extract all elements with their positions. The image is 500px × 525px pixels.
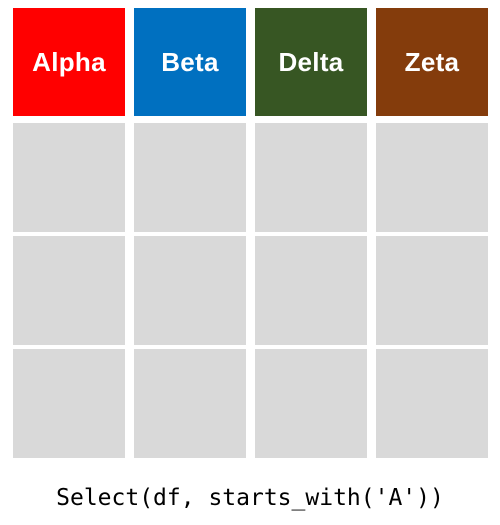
column-zeta: Zeta: [376, 8, 488, 458]
data-cell: [13, 349, 125, 458]
data-cell: [255, 123, 367, 232]
column-alpha: Alpha: [13, 8, 125, 458]
column-label-beta: Beta: [161, 46, 219, 77]
column-header-zeta: Zeta: [376, 8, 488, 116]
column-delta: Delta: [255, 8, 367, 458]
column-label-alpha: Alpha: [32, 46, 106, 77]
data-cell: [376, 123, 488, 232]
column-label-zeta: Zeta: [404, 46, 460, 77]
data-cell: [376, 349, 488, 458]
column-beta: Beta: [134, 8, 246, 458]
column-header-beta: Beta: [134, 8, 246, 116]
column-header-alpha: Alpha: [13, 8, 125, 116]
data-cell: [255, 349, 367, 458]
data-cell: [13, 236, 125, 345]
data-cell: [255, 236, 367, 345]
data-cell: [134, 349, 246, 458]
column-header-delta: Delta: [255, 8, 367, 116]
code-caption: Select(df, starts_with('A')): [56, 485, 444, 511]
data-cell: [13, 123, 125, 232]
data-cell: [134, 236, 246, 345]
data-cell: [134, 123, 246, 232]
data-frame-diagram: Alpha Beta Delta Zeta: [13, 8, 488, 458]
data-cell: [376, 236, 488, 345]
column-label-delta: Delta: [278, 46, 344, 77]
